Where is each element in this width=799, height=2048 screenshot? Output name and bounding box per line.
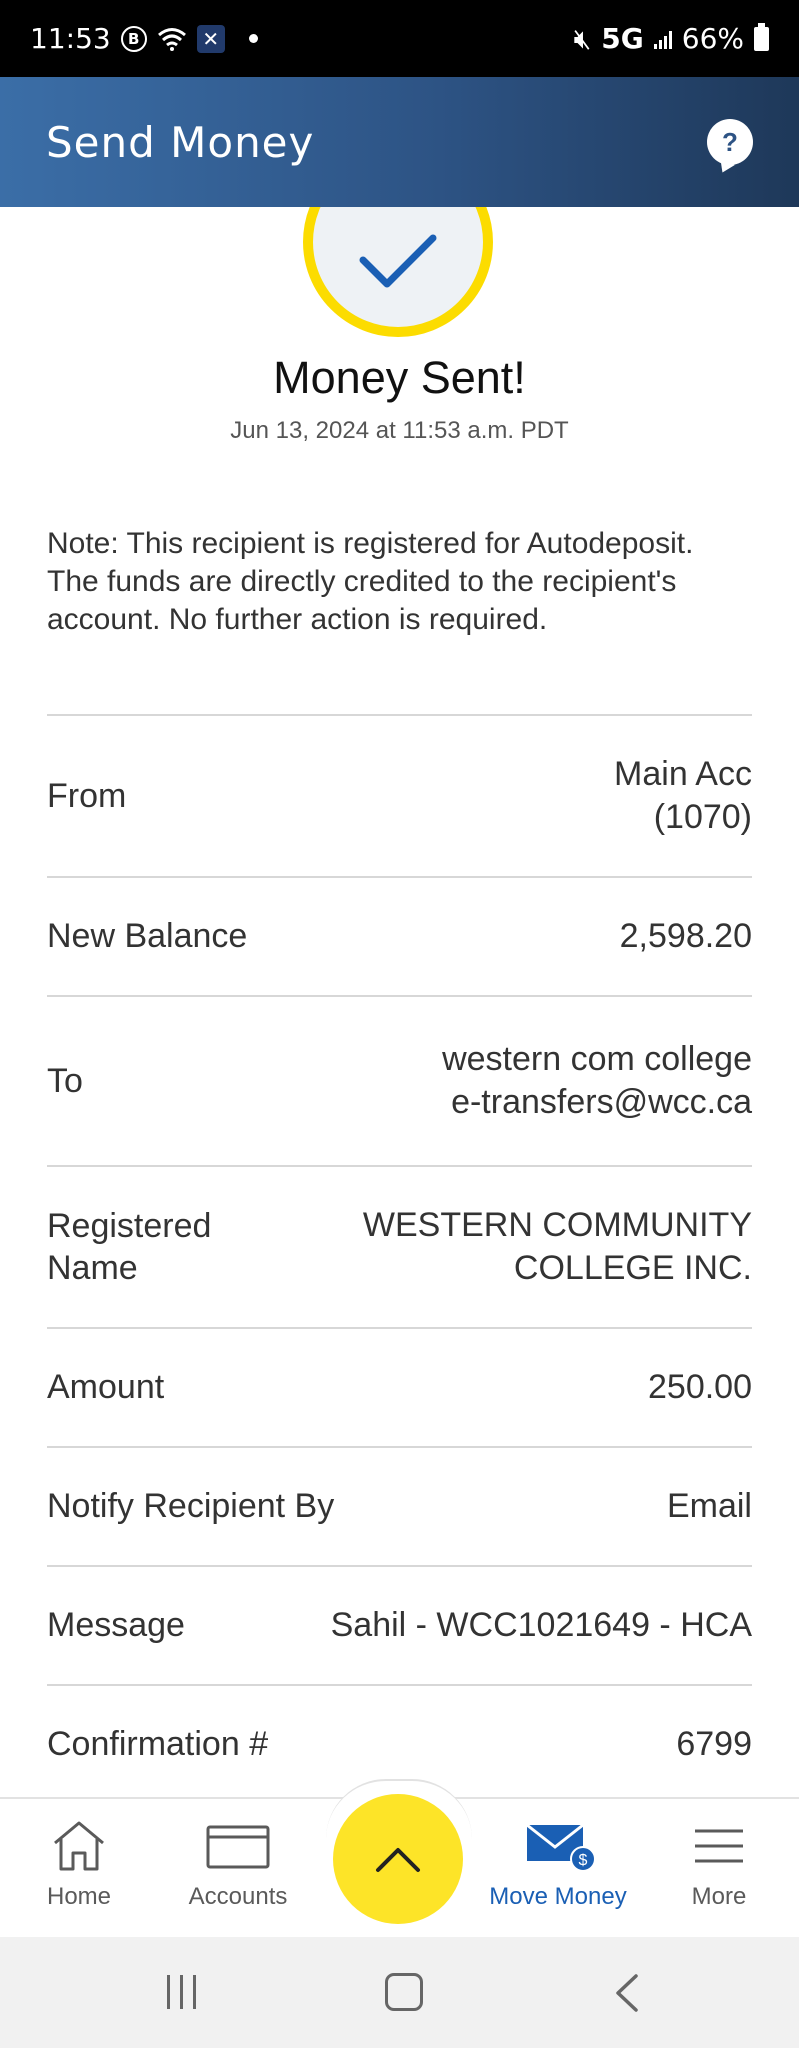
confirmation-number-label: Confirmation # <box>47 1725 269 1763</box>
success-badge <box>303 207 493 337</box>
system-nav-bar <box>0 1937 799 2048</box>
notify-value: Email <box>666 1487 752 1525</box>
svg-text:$: $ <box>579 1852 588 1869</box>
nav-accounts[interactable]: Accounts <box>163 1819 313 1911</box>
signal-icon <box>653 29 672 49</box>
amount-label: Amount <box>47 1368 165 1406</box>
chevron-up-icon <box>376 1848 420 1872</box>
to-label: To <box>47 1061 83 1100</box>
nav-home[interactable]: Home <box>4 1819 154 1911</box>
recipient-email: e-transfers@wcc.ca <box>451 1083 752 1121</box>
detail-row-from: From Main Acc (1070) <box>47 714 752 876</box>
from-label: From <box>47 776 127 815</box>
recipient-name: western com college <box>442 1040 752 1078</box>
message-value: Sahil - WCC1021649 - HCA <box>330 1606 752 1644</box>
expand-menu-button[interactable] <box>333 1794 463 1924</box>
home-icon <box>54 1821 104 1871</box>
confirmation-date: Jun 13, 2024 at 11:53 a.m. PDT <box>230 417 569 444</box>
help-icon[interactable]: ? <box>707 119 753 165</box>
back-chevron-icon <box>616 1974 638 2012</box>
registered-name-value-line2: COLLEGE INC. <box>513 1249 752 1287</box>
checkmark-icon <box>359 234 437 288</box>
confirmation-number-value: 6799 <box>676 1725 752 1763</box>
detail-row-amount: Amount 250.00 <box>47 1327 752 1446</box>
battery-percent: 66% <box>681 22 744 55</box>
from-value: Main Acc (1070) <box>614 753 752 839</box>
confirmation-content: Money Sent! Jun 13, 2024 at 11:53 a.m. P… <box>0 207 799 1797</box>
from-account-name: Main Acc <box>614 755 752 793</box>
nav-more[interactable]: More <box>644 1819 794 1911</box>
network-type: 5G <box>601 22 644 55</box>
nav-home-label: Home <box>46 1883 112 1910</box>
hamburger-icon <box>695 1829 743 1863</box>
new-balance-value: 2,598.20 <box>619 917 752 955</box>
transfer-details: From Main Acc (1070) New Balance 2,598.2… <box>47 714 752 1797</box>
card-icon <box>206 1825 270 1869</box>
amount-value: 250.00 <box>648 1368 752 1406</box>
page-title: Send Money <box>46 117 315 167</box>
from-account-number: (1070) <box>653 798 752 836</box>
detail-row-notify: Notify Recipient By Email <box>47 1446 752 1565</box>
nav-move-money-label: Move Money <box>489 1883 627 1910</box>
nav-accounts-label: Accounts <box>188 1883 288 1910</box>
recent-apps-icon[interactable] <box>160 1973 202 2011</box>
notification-dot-icon <box>248 34 258 43</box>
status-bar: 11:53 B ✕ 🔇︎ 5G 66% <box>0 0 799 77</box>
nav-move-money[interactable]: $ Move Money <box>483 1819 633 1911</box>
registered-name-label-line1: Registered <box>47 1207 212 1245</box>
to-value: western com college e-transfers@wcc.ca <box>442 1038 752 1124</box>
registered-name-value: WESTERN COMMUNITY COLLEGE INC. <box>363 1204 752 1290</box>
back-icon[interactable] <box>612 1973 642 2013</box>
detail-row-registered-name: Registered Name WESTERN COMMUNITY COLLEG… <box>47 1165 752 1327</box>
battery-icon <box>754 22 769 51</box>
detail-row-new-balance: New Balance 2,598.20 <box>47 876 752 995</box>
message-label: Message <box>47 1606 185 1644</box>
mute-icon: 🔇︎ <box>573 21 592 55</box>
bottom-nav: Home Accounts $ Move Money More <box>0 1779 799 1937</box>
system-home-icon[interactable] <box>385 1973 423 2011</box>
nav-more-label: More <box>691 1883 747 1910</box>
b-app-icon: B <box>120 25 147 52</box>
detail-row-message: Message Sahil - WCC1021649 - HCA <box>47 1565 752 1684</box>
status-time: 11:53 <box>30 22 111 55</box>
notify-label: Notify Recipient By <box>47 1487 335 1525</box>
status-right: 🔇︎ 5G 66% <box>574 22 769 56</box>
registered-name-label: Registered Name <box>47 1205 211 1289</box>
detail-row-to: To western com college e-transfers@wcc.c… <box>47 995 752 1165</box>
autodeposit-note: Note: This recipient is registered for A… <box>47 527 694 636</box>
status-left: 11:53 B ✕ <box>30 22 258 55</box>
app-notification-icon: ✕ <box>196 24 225 53</box>
envelope-dollar-icon: $ <box>526 1823 596 1872</box>
new-balance-label: New Balance <box>47 917 248 955</box>
registered-name-value-line1: WESTERN COMMUNITY <box>362 1206 752 1244</box>
confirmation-title: Money Sent! <box>273 352 526 403</box>
app-header: Send Money ? <box>0 77 799 207</box>
wifi-icon <box>157 27 186 51</box>
registered-name-label-line2: Name <box>47 1249 138 1287</box>
